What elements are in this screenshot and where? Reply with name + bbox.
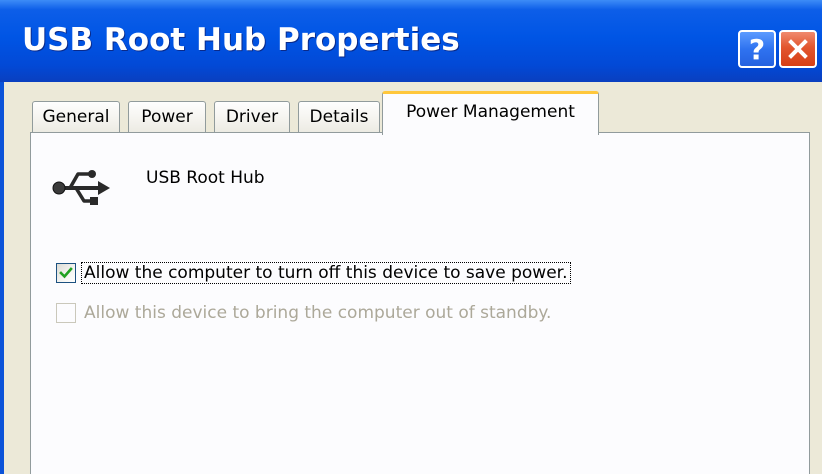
tab-power[interactable]: Power <box>128 101 206 132</box>
allow-turn-off-checkbox[interactable] <box>56 263 76 283</box>
device-name: USB Root Hub <box>146 168 265 188</box>
tab-label: Driver <box>225 107 279 127</box>
tab-label: Power Management <box>406 102 575 122</box>
allow-turn-off-label[interactable]: Allow the computer to turn off this devi… <box>81 262 571 284</box>
window-title: USB Root Hub Properties <box>22 22 460 58</box>
usb-icon <box>52 170 110 205</box>
tab-label: Power <box>141 107 193 127</box>
close-icon <box>788 39 808 59</box>
tab-power-management[interactable]: Power Management <box>382 91 599 135</box>
checkmark-icon <box>59 267 73 279</box>
properties-dialog: USB Root Hub Properties ? General Power … <box>0 0 822 474</box>
tab-details[interactable]: Details <box>298 101 380 132</box>
allow-wake-checkbox <box>56 303 76 323</box>
tab-general[interactable]: General <box>32 101 120 132</box>
allow-wake-label: Allow this device to bring the computer … <box>84 303 552 323</box>
option-allow-turn-off[interactable]: Allow the computer to turn off this devi… <box>56 261 571 285</box>
tab-driver[interactable]: Driver <box>214 101 290 132</box>
tab-label: Details <box>309 107 369 127</box>
option-allow-wake: Allow this device to bring the computer … <box>56 301 553 325</box>
tab-label: General <box>42 107 110 127</box>
help-icon: ? <box>748 32 766 66</box>
close-button[interactable] <box>779 30 817 68</box>
title-bar[interactable]: USB Root Hub Properties ? <box>0 0 822 82</box>
help-button[interactable]: ? <box>738 30 776 68</box>
